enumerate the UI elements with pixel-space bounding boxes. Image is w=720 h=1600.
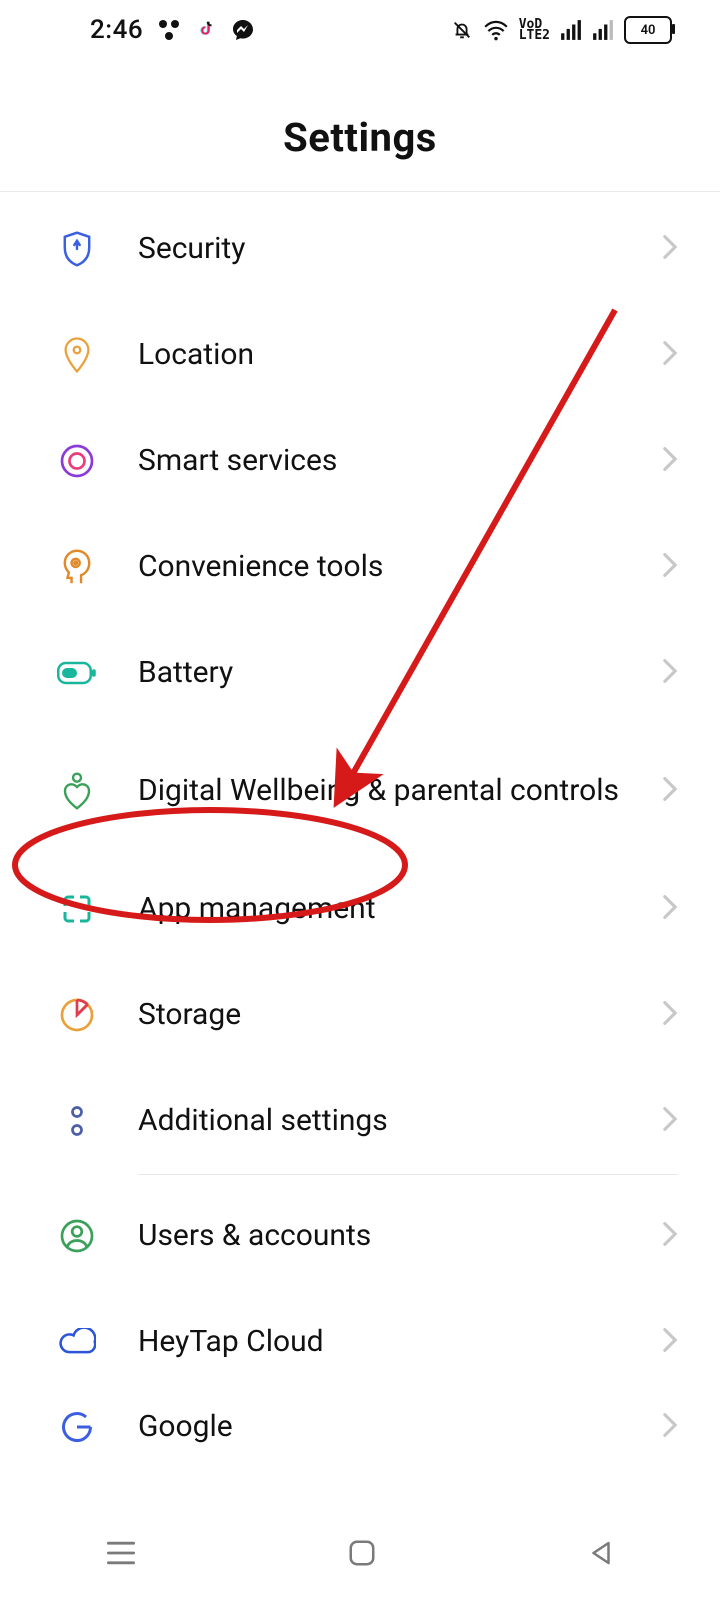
chevron-right-icon — [662, 894, 678, 924]
chevron-right-icon — [662, 446, 678, 476]
signal-2-icon — [592, 20, 614, 40]
settings-item-heytap-cloud[interactable]: HeyTap Cloud — [0, 1289, 720, 1395]
heart-person-icon — [56, 770, 98, 812]
settings-item-label: Battery — [138, 654, 662, 692]
signal-1-icon — [560, 20, 582, 40]
back-button[interactable] — [586, 1538, 616, 1572]
settings-item-label: Smart services — [138, 442, 662, 480]
chevron-right-icon — [662, 234, 678, 264]
pie-chart-icon — [56, 994, 98, 1036]
settings-item-label: Additional settings — [138, 1102, 662, 1140]
messenger-icon — [231, 18, 255, 42]
recents-button[interactable] — [104, 1539, 138, 1571]
dots-icon — [56, 1100, 98, 1142]
section-divider — [138, 1174, 678, 1175]
battery-icon — [56, 652, 98, 694]
settings-item-security[interactable]: Security — [0, 196, 720, 302]
head-gear-icon — [56, 546, 98, 588]
settings-list: Security Location Smart services Conveni… — [0, 192, 720, 1459]
settings-item-location[interactable]: Location — [0, 302, 720, 408]
shield-icon — [56, 228, 98, 270]
system-nav-bar — [0, 1510, 720, 1600]
settings-item-label: HeyTap Cloud — [138, 1323, 662, 1361]
battery-indicator: 40 — [624, 16, 672, 44]
user-circle-icon — [56, 1215, 98, 1257]
settings-item-label: Storage — [138, 996, 662, 1034]
settings-item-battery[interactable]: Battery — [0, 620, 720, 726]
settings-item-label: Convenience tools — [138, 548, 662, 586]
page-title: Settings — [0, 114, 720, 161]
chevron-right-icon — [662, 1412, 678, 1442]
settings-item-app-management[interactable]: App management — [0, 856, 720, 962]
apps-grid-icon — [56, 888, 98, 930]
target-icon — [56, 440, 98, 482]
settings-item-label: Google — [138, 1408, 662, 1446]
network-type-indicator: VoD LTE2 — [519, 19, 550, 41]
settings-item-users-accounts[interactable]: Users & accounts — [0, 1183, 720, 1289]
home-button[interactable] — [347, 1538, 377, 1572]
chevron-right-icon — [662, 340, 678, 370]
location-pin-icon — [56, 334, 98, 376]
settings-item-digital-wellbeing[interactable]: Digital Wellbeing & parental controls — [0, 726, 720, 856]
settings-item-smart-services[interactable]: Smart services — [0, 408, 720, 514]
chevron-right-icon — [662, 658, 678, 688]
status-clock: 2:46 — [90, 15, 143, 45]
chevron-right-icon — [662, 1106, 678, 1136]
share-icon — [157, 18, 181, 42]
wifi-icon — [483, 19, 509, 41]
chevron-right-icon — [662, 1221, 678, 1251]
settings-item-label: Digital Wellbeing & parental controls — [138, 772, 662, 810]
chevron-right-icon — [662, 776, 678, 806]
status-bar: 2:46 VoD LTE2 40 — [0, 0, 720, 60]
settings-item-label: Security — [138, 230, 662, 268]
chevron-right-icon — [662, 552, 678, 582]
chevron-right-icon — [662, 1000, 678, 1030]
settings-item-label: App management — [138, 890, 662, 928]
settings-item-label: Users & accounts — [138, 1217, 662, 1255]
google-icon — [56, 1406, 98, 1448]
cloud-icon — [56, 1321, 98, 1363]
dnd-icon — [451, 19, 473, 41]
settings-item-label: Location — [138, 336, 662, 374]
settings-item-storage[interactable]: Storage — [0, 962, 720, 1068]
settings-item-additional-settings[interactable]: Additional settings — [0, 1068, 720, 1174]
settings-item-google[interactable]: Google — [0, 1395, 720, 1459]
settings-item-convenience-tools[interactable]: Convenience tools — [0, 514, 720, 620]
chevron-right-icon — [662, 1327, 678, 1357]
tiktok-icon — [195, 19, 217, 41]
